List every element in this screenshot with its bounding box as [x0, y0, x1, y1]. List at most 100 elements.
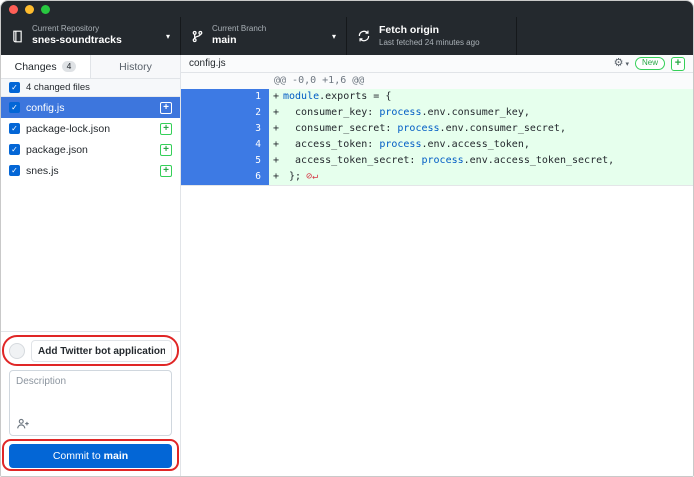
code-keyword: process	[421, 155, 463, 166]
file-row-config-js[interactable]: ✓ config.js +	[1, 97, 180, 118]
diff-options-button[interactable]: ⚙ ▾	[614, 58, 629, 69]
hunk-gutter	[181, 73, 269, 89]
repo-icon	[11, 30, 24, 43]
repository-switcher-text: Current Repository snes-soundtracks	[32, 24, 122, 47]
sidebar-tabs: Changes 4 History	[1, 55, 180, 79]
code-text: .env.consumer_key,	[421, 107, 529, 118]
commit-summary-input[interactable]	[31, 340, 172, 362]
changes-count-badge: 4	[62, 61, 77, 72]
diff-line: 5 + access_token_secret: process.env.acc…	[181, 153, 693, 169]
diff-line-gutter[interactable]: 5	[181, 153, 269, 169]
branch-switcher-text: Current Branch main	[212, 24, 266, 47]
diff-sign: +	[269, 169, 283, 185]
file-name: package-lock.json	[26, 123, 110, 135]
file-row-package-lock-json[interactable]: ✓ package-lock.json +	[1, 118, 180, 139]
diff-code: access_token_secret: process.env.access_…	[283, 153, 619, 169]
branch-label: Current Branch	[212, 24, 266, 34]
diff-line: 3 + consumer_secret: process.env.consume…	[181, 121, 693, 137]
diff-sign: +	[269, 105, 283, 121]
commit-description-input[interactable]	[16, 376, 165, 417]
diff-code: module.exports = {	[283, 89, 396, 105]
diff-line-gutter[interactable]: 4	[181, 137, 269, 153]
file-checkbox[interactable]: ✓	[9, 144, 20, 155]
diff-sign: +	[269, 137, 283, 153]
repository-name: snes-soundtracks	[32, 34, 122, 47]
fetch-origin-button[interactable]: Fetch origin Last fetched 24 minutes ago	[347, 17, 517, 55]
chevron-down-icon: ▾	[326, 32, 336, 41]
git-branch-icon	[191, 30, 204, 43]
diff-filename: config.js	[189, 58, 608, 69]
diff-sign: +	[269, 153, 283, 169]
diff-line-gutter[interactable]: 1	[181, 89, 269, 105]
tab-changes-label: Changes	[15, 61, 57, 73]
fetch-subtitle: Last fetched 24 minutes ago	[379, 38, 480, 48]
no-newline-icon: ⊘↵	[306, 171, 318, 182]
diff-line: 4 + access_token: process.env.access_tok…	[181, 137, 693, 153]
diff-code: access_token: process.env.access_token,	[283, 137, 535, 153]
file-name: snes.js	[26, 165, 59, 177]
file-checkbox[interactable]: ✓	[9, 165, 20, 176]
code-text: consumer_secret:	[283, 123, 397, 134]
commit-area: Commit to main	[1, 331, 180, 476]
file-row-snes-js[interactable]: ✓ snes.js +	[1, 160, 180, 181]
toolbar-spacer	[517, 17, 693, 55]
code-text: .env.access_token_secret,	[464, 155, 615, 166]
branch-name: main	[212, 34, 266, 47]
diff-line-gutter[interactable]: 2	[181, 105, 269, 121]
diff-line-gutter[interactable]: 6	[181, 169, 269, 185]
diff-line: 1 + module.exports = {	[181, 89, 693, 105]
file-status-added-icon: +	[160, 144, 172, 156]
file-status-added-icon: +	[160, 102, 172, 114]
diff-line-gutter[interactable]: 3	[181, 121, 269, 137]
plus-icon: +	[675, 58, 681, 69]
diff-empty-area	[181, 186, 693, 476]
diff-code: consumer_key: process.env.consumer_key,	[283, 105, 535, 121]
tab-changes[interactable]: Changes 4	[1, 55, 90, 78]
branch-switcher-button[interactable]: Current Branch main ▾	[181, 17, 347, 55]
close-button[interactable]	[9, 5, 18, 14]
code-keyword: process	[379, 107, 421, 118]
commit-button-label: Commit to	[53, 450, 101, 462]
github-desktop-window: Current Repository snes-soundtracks ▾ Cu…	[0, 0, 694, 477]
avatar	[9, 343, 25, 359]
file-checkbox[interactable]: ✓	[9, 102, 20, 113]
chevron-down-icon: ▾	[625, 60, 629, 68]
code-text: consumer_key:	[283, 107, 379, 118]
diff-file-header: config.js ⚙ ▾ New +	[181, 55, 693, 73]
file-name: package.json	[26, 144, 88, 156]
commit-summary-row	[9, 340, 172, 362]
sidebar: Changes 4 History ✓ 4 changed files ✓ co…	[1, 55, 181, 476]
add-coauthor-button[interactable]	[16, 417, 32, 431]
diff-panel: config.js ⚙ ▾ New + @@ -0,0 +1,6 @@ 1 +	[181, 55, 693, 476]
diff-view: @@ -0,0 +1,6 @@ 1 + module.exports = { 2…	[181, 73, 693, 186]
changed-files-list: ✓ config.js + ✓ package-lock.json + ✓ pa…	[1, 97, 180, 331]
expand-diff-button[interactable]: +	[671, 57, 685, 71]
hunk-header-row: @@ -0,0 +1,6 @@	[181, 73, 693, 89]
diff-sign: +	[269, 89, 283, 105]
zoom-button[interactable]	[41, 5, 50, 14]
code-keyword: process	[397, 123, 439, 134]
toolbar: Current Repository snes-soundtracks ▾ Cu…	[1, 17, 693, 55]
repository-switcher-button[interactable]: Current Repository snes-soundtracks ▾	[1, 17, 181, 55]
code-text: .exports = {	[319, 91, 391, 102]
code-text: .env.access_token,	[421, 139, 529, 150]
minimize-button[interactable]	[25, 5, 34, 14]
titlebar	[1, 1, 693, 17]
file-status-added-icon: +	[160, 165, 172, 177]
sync-icon	[357, 29, 371, 43]
tab-history[interactable]: History	[90, 55, 180, 78]
code-keyword: process	[379, 139, 421, 150]
file-name: config.js	[26, 102, 65, 114]
commit-button[interactable]: Commit to main	[9, 444, 172, 468]
code-text: .env.consumer_secret,	[440, 123, 566, 134]
new-badge: New	[635, 57, 665, 70]
select-all-checkbox[interactable]: ✓	[9, 82, 20, 93]
code-text: access_token_secret:	[283, 155, 421, 166]
changed-files-header: ✓ 4 changed files	[1, 79, 180, 97]
app-body: Changes 4 History ✓ 4 changed files ✓ co…	[1, 55, 693, 476]
diff-line: 6 + };⊘↵	[181, 169, 693, 185]
changed-files-count: 4 changed files	[26, 82, 90, 93]
diff-sign: +	[269, 121, 283, 137]
file-row-package-json[interactable]: ✓ package.json +	[1, 139, 180, 160]
file-checkbox[interactable]: ✓	[9, 123, 20, 134]
